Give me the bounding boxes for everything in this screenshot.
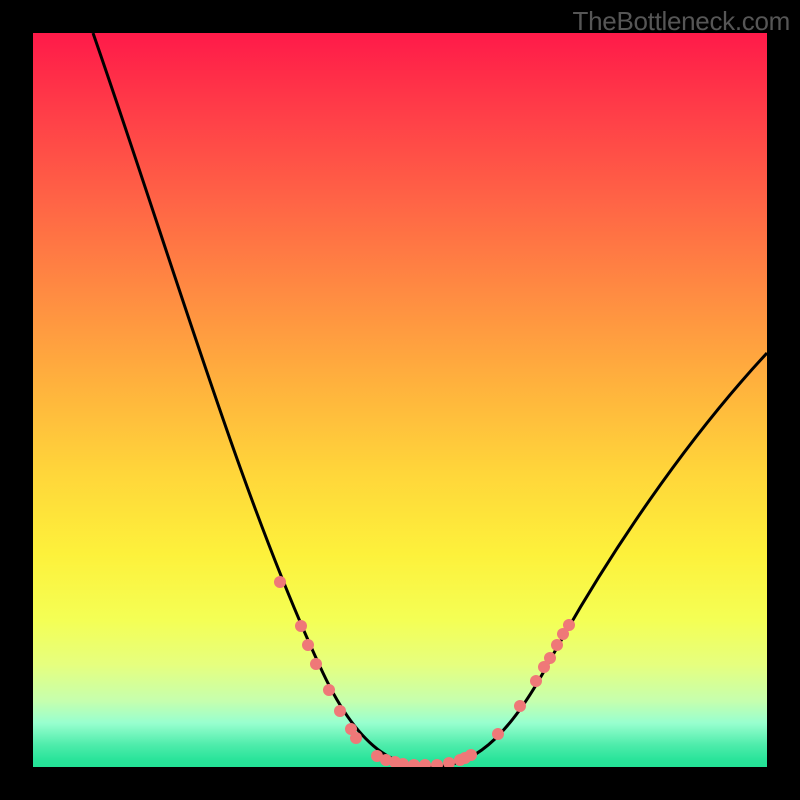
curve-dot <box>334 705 346 717</box>
curve-dot <box>465 749 477 761</box>
chart-frame: TheBottleneck.com <box>0 0 800 800</box>
curve-dots-group <box>274 576 575 767</box>
curve-dot <box>310 658 322 670</box>
curve-dot <box>408 759 420 767</box>
curve-dot <box>323 684 335 696</box>
curve-dot <box>350 732 362 744</box>
curve-dot <box>563 619 575 631</box>
curve-dot <box>514 700 526 712</box>
chart-svg <box>33 33 767 767</box>
gradient-plot-area <box>33 33 767 767</box>
curve-dot <box>551 639 563 651</box>
curve-dot <box>492 728 504 740</box>
curve-dot <box>530 675 542 687</box>
curve-dot <box>302 639 314 651</box>
curve-dot <box>443 757 455 767</box>
curve-dot <box>274 576 286 588</box>
curve-dot <box>419 759 431 767</box>
curve-dot <box>431 759 443 767</box>
curve-dot <box>295 620 307 632</box>
curve-dot <box>544 652 556 664</box>
bottleneck-curve <box>93 33 767 767</box>
